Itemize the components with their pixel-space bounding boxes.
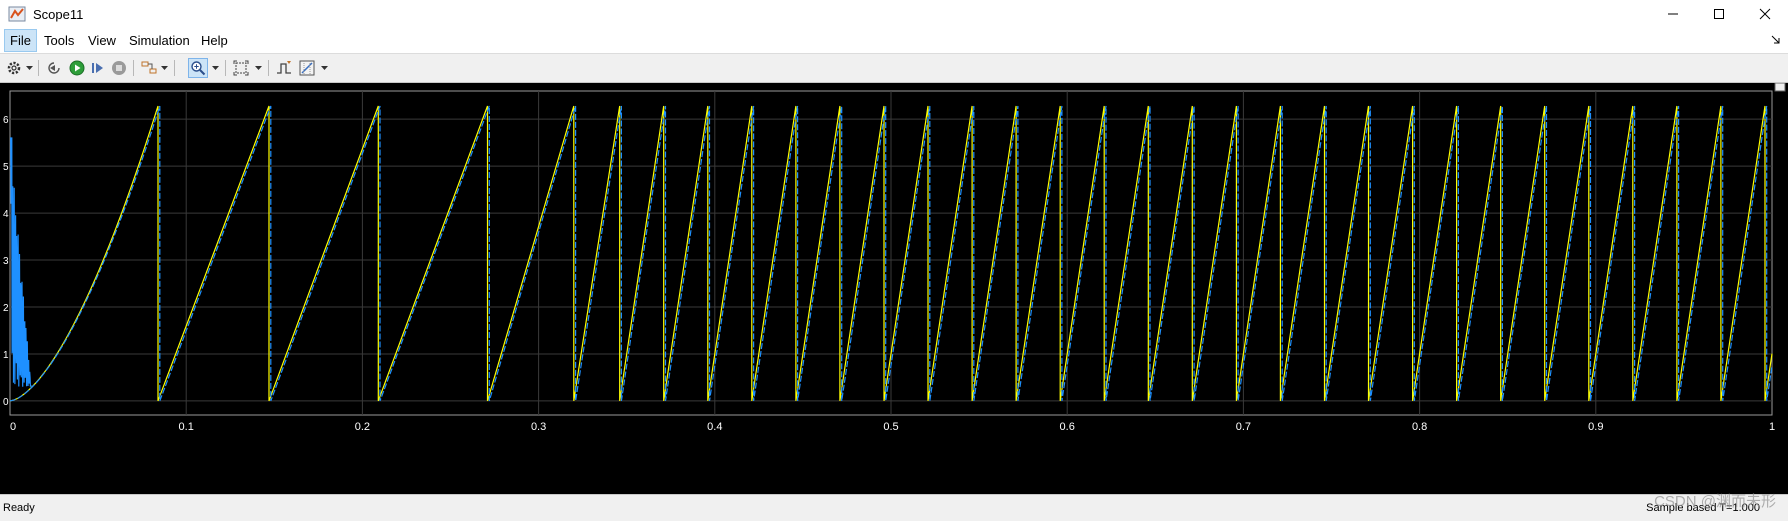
close-button[interactable] [1742,0,1788,28]
step-back-icon [48,62,60,74]
menu-bar: File Tools View Simulation Help [0,28,1788,54]
chevron-down-icon [160,66,168,70]
zoom-in-icon [191,61,206,76]
close-icon [1759,8,1771,20]
autoscale-icon [233,60,249,76]
y-tick-label: 1 [3,350,9,361]
scope-display: 0 0.1 0.2 0.3 0.4 0.5 0.6 0.7 0.8 0.9 1 0 1 2 3 4 5 6 [0,83,1788,494]
x-tick-label: 0.7 [1236,421,1251,433]
x-tick-label: 0.2 [355,421,370,433]
autoscale-dropdown[interactable] [254,58,262,78]
autoscale-button[interactable] [231,58,251,78]
x-tick-label: 0.4 [707,421,722,433]
restore-icon [1774,83,1786,92]
triggers-icon [277,61,291,74]
minimize-icon [1668,13,1678,15]
chevron-down-icon [320,66,328,70]
scope-plot[interactable]: 0 0.1 0.2 0.3 0.4 0.5 0.6 0.7 0.8 0.9 1 0 1 2 3 4 5 6 [0,83,1788,494]
y-tick-label: 5 [3,162,9,173]
step-back-button[interactable] [44,58,64,78]
configuration-dropdown[interactable] [25,58,33,78]
zoom-dropdown[interactable] [211,58,219,78]
x-tick-label: 0.8 [1412,421,1427,433]
highlight-block-dropdown[interactable] [160,58,168,78]
gear-icon [7,61,21,75]
cursor-measurements-button[interactable] [297,58,317,78]
undock-icon[interactable] [1770,34,1782,46]
configuration-button[interactable] [4,58,24,78]
y-tick-label: 6 [3,115,9,126]
x-tick-label: 0.1 [179,421,194,433]
scope-app-icon [8,6,26,22]
x-tick-label: 0.3 [531,421,546,433]
y-tick-label: 4 [3,209,9,220]
chevron-down-icon [254,66,262,70]
status-text: Ready [3,502,35,514]
title-bar: Scope11 [0,0,1788,28]
play-icon [69,60,85,76]
menu-simulation[interactable]: Simulation [124,30,195,51]
toolbar-separator [38,60,39,76]
window-title: Scope11 [33,7,84,22]
stop-button[interactable] [109,58,129,78]
maximize-icon [1714,9,1724,19]
chevron-down-icon [25,66,33,70]
y-tick-label: 3 [3,256,9,267]
y-tick-label: 2 [3,303,9,314]
stop-icon [112,61,126,75]
menu-view[interactable]: View [83,30,121,51]
minimize-button[interactable] [1650,0,1696,28]
highlight-block-button[interactable] [139,58,159,78]
triggers-button[interactable] [274,58,294,78]
run-button[interactable] [67,58,87,78]
cursor-measurements-dropdown[interactable] [320,58,328,78]
watermark: CSDN @渊而未形 [1654,493,1776,510]
x-tick-label: 1 [1769,421,1775,433]
cursor-measurements-icon [299,60,315,76]
toolbar-separator [225,60,226,76]
toolbar [0,54,1788,83]
chevron-down-icon [211,66,219,70]
menu-file[interactable]: File [4,29,37,52]
step-forward-button[interactable] [88,58,108,78]
x-tick-label: 0 [10,421,16,433]
maximize-button[interactable] [1696,0,1742,28]
highlight-block-icon [141,61,157,74]
x-tick-label: 0.5 [883,421,898,433]
status-bar: Ready Sample based T=1.000 [0,494,1788,521]
y-tick-label: 0 [3,397,9,408]
toolbar-separator [268,60,269,76]
menu-help[interactable]: Help [196,30,233,51]
step-forward-icon [92,63,103,73]
x-tick-label: 0.9 [1588,421,1603,433]
toolbar-separator [133,60,134,76]
menu-tools[interactable]: Tools [39,30,79,51]
x-tick-label: 0.6 [1060,421,1075,433]
toolbar-separator [174,60,175,76]
zoom-in-button[interactable] [188,58,208,78]
